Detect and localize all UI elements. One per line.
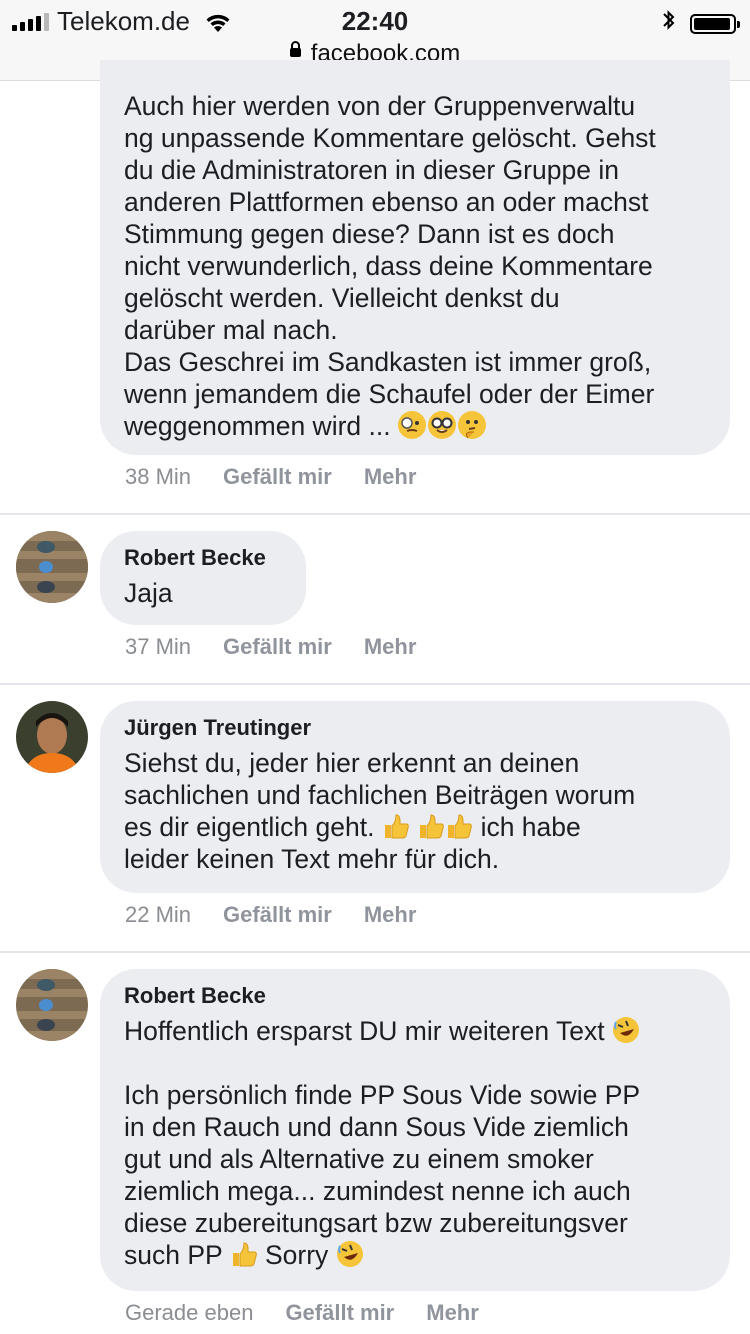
comment-author[interactable]: Robert Becke (124, 983, 706, 1009)
more-button[interactable]: Mehr (364, 634, 417, 660)
thumbs-up-emoji (420, 814, 445, 839)
more-button[interactable]: Mehr (426, 1300, 479, 1326)
clock: 22:40 (341, 6, 409, 36)
comment-text: Hoffentlich ersparst DU mir weiteren Tex… (124, 1016, 641, 1270)
more-button[interactable]: Mehr (364, 464, 417, 490)
comment-time: 37 Min (125, 634, 192, 659)
nerd-face-emoji (427, 411, 456, 439)
comment-time: Gerade eben (125, 1300, 254, 1325)
avatar[interactable] (16, 531, 88, 603)
like-button[interactable]: Gefällt mir (285, 1300, 394, 1326)
rolling-on-floor-laughing-emoji (336, 1241, 363, 1267)
comment-author[interactable]: Jürgen Treutinger (124, 715, 706, 741)
thumbs-up-emoji (232, 1242, 257, 1267)
thumbs-up-emoji (448, 814, 473, 839)
divider (0, 513, 750, 515)
comment-bubble: Robert Becke Hoffentlich ersparst DU mir… (100, 969, 730, 1291)
like-button[interactable]: Gefällt mir (223, 464, 332, 490)
comment-bubble: Auch hier werden von der Gruppenverwaltu… (100, 60, 730, 455)
thumbs-up-emoji (384, 814, 409, 839)
comment-actions: Gerade eben Gefällt mir Mehr (125, 1300, 479, 1326)
comment-actions: 37 Min Gefällt mir Mehr (125, 634, 416, 660)
comment-actions: 22 Min Gefällt mir Mehr (125, 902, 416, 928)
bluetooth-icon (662, 8, 676, 39)
comment-author[interactable]: Robert Becke (124, 545, 282, 571)
battery-icon (690, 13, 740, 34)
comment-actions: 38 Min Gefällt mir Mehr (125, 464, 416, 490)
comment-time: 38 Min (125, 464, 192, 489)
avatar[interactable] (16, 969, 88, 1041)
thinking-face-emoji (457, 411, 486, 439)
divider (0, 951, 750, 953)
comment-text: Siehst du, jeder hier erkennt an deinen … (124, 748, 636, 874)
comment-text: Jaja (124, 578, 173, 608)
more-button[interactable]: Mehr (364, 902, 417, 928)
comment-text: Auch hier werden von der Gruppenverwaltu… (124, 91, 656, 441)
like-button[interactable]: Gefällt mir (223, 634, 332, 660)
like-button[interactable]: Gefällt mir (223, 902, 332, 928)
comment-bubble: Jürgen Treutinger Siehst du, jeder hier … (100, 701, 730, 893)
comment-bubble: Robert Becke Jaja (100, 531, 306, 625)
divider (0, 683, 750, 685)
avatar[interactable] (16, 701, 88, 773)
rolling-on-floor-laughing-emoji (613, 1017, 639, 1043)
lock-icon (289, 41, 301, 58)
comment-time: 22 Min (125, 902, 192, 927)
monocle-face-emoji (397, 411, 426, 439)
